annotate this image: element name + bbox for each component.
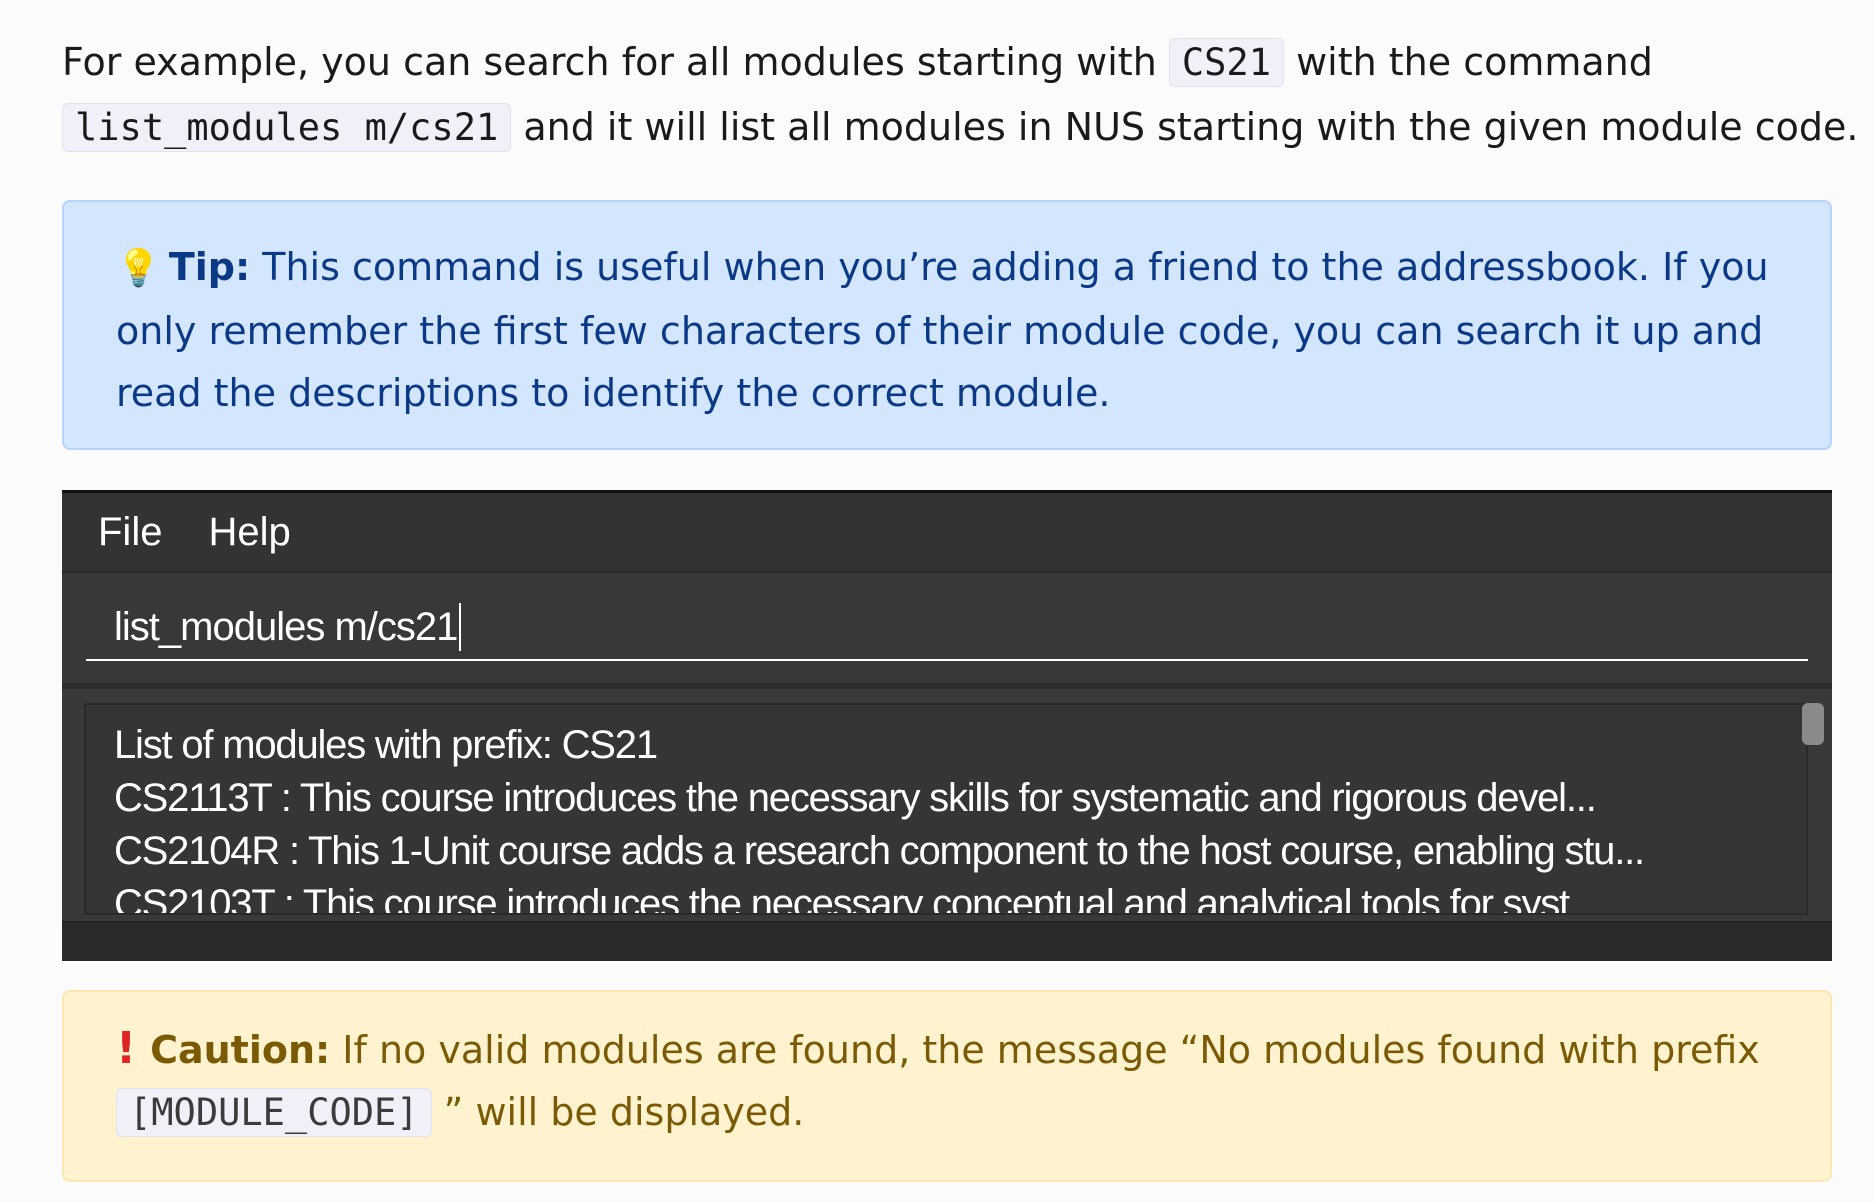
result-line: CS2103T : This course introduces the nec… bbox=[114, 882, 1570, 915]
tip-callout: 💡 Tip: This command is useful when you’re… bbox=[62, 200, 1832, 450]
menu-bar: File Help bbox=[62, 493, 1832, 573]
command-box: list_modules m/cs21 bbox=[62, 573, 1832, 689]
inline-code-module-code: [MODULE_CODE] bbox=[116, 1088, 432, 1137]
result-scrollbar-thumb[interactable] bbox=[1802, 703, 1824, 745]
caution-text-2: ” will be displayed. bbox=[431, 1090, 805, 1134]
intro-paragraph: For example, you can search for all modu… bbox=[62, 30, 1862, 160]
caution-label: Caution: bbox=[150, 1028, 331, 1072]
lightbulb-icon: 💡 bbox=[116, 248, 161, 289]
text-caret bbox=[459, 603, 462, 651]
result-display-panel: List of modules with prefix: CS21 CS2113… bbox=[62, 689, 1832, 921]
menu-help[interactable]: Help bbox=[208, 510, 290, 555]
caution-text-1: If no valid modules are found, the messa… bbox=[330, 1028, 1760, 1072]
app-window-screenshot: File Help list_modules m/cs21 List of mo… bbox=[62, 490, 1832, 961]
command-input[interactable]: list_modules m/cs21 bbox=[86, 595, 1808, 661]
result-line: CS2104R : This 1-Unit course adds a rese… bbox=[114, 829, 1645, 873]
result-line: CS2113T : This course introduces the nec… bbox=[114, 776, 1597, 820]
intro-text-3: and it will list all modules in NUS star… bbox=[511, 105, 1859, 149]
intro-text-1: For example, you can search for all modu… bbox=[62, 40, 1169, 84]
tip-label: Tip: bbox=[168, 245, 251, 289]
inline-code-command: list_modules m/cs21 bbox=[62, 103, 512, 152]
result-line: List of modules with prefix: CS21 bbox=[114, 723, 658, 767]
menu-file[interactable]: File bbox=[98, 510, 162, 555]
page: For example, you can search for all modu… bbox=[0, 0, 1874, 1202]
result-display: List of modules with prefix: CS21 CS2113… bbox=[84, 703, 1808, 915]
app-status-bar bbox=[62, 921, 1832, 961]
inline-code-cs21: CS21 bbox=[1168, 38, 1284, 87]
intro-text-2: with the command bbox=[1283, 40, 1653, 84]
caution-callout: ! Caution: If no valid modules are found,… bbox=[62, 990, 1832, 1182]
command-input-value: list_modules m/cs21 bbox=[114, 605, 458, 649]
exclamation-icon: ! bbox=[116, 1023, 137, 1074]
tip-text: This command is useful when you’re addin… bbox=[116, 245, 1769, 415]
